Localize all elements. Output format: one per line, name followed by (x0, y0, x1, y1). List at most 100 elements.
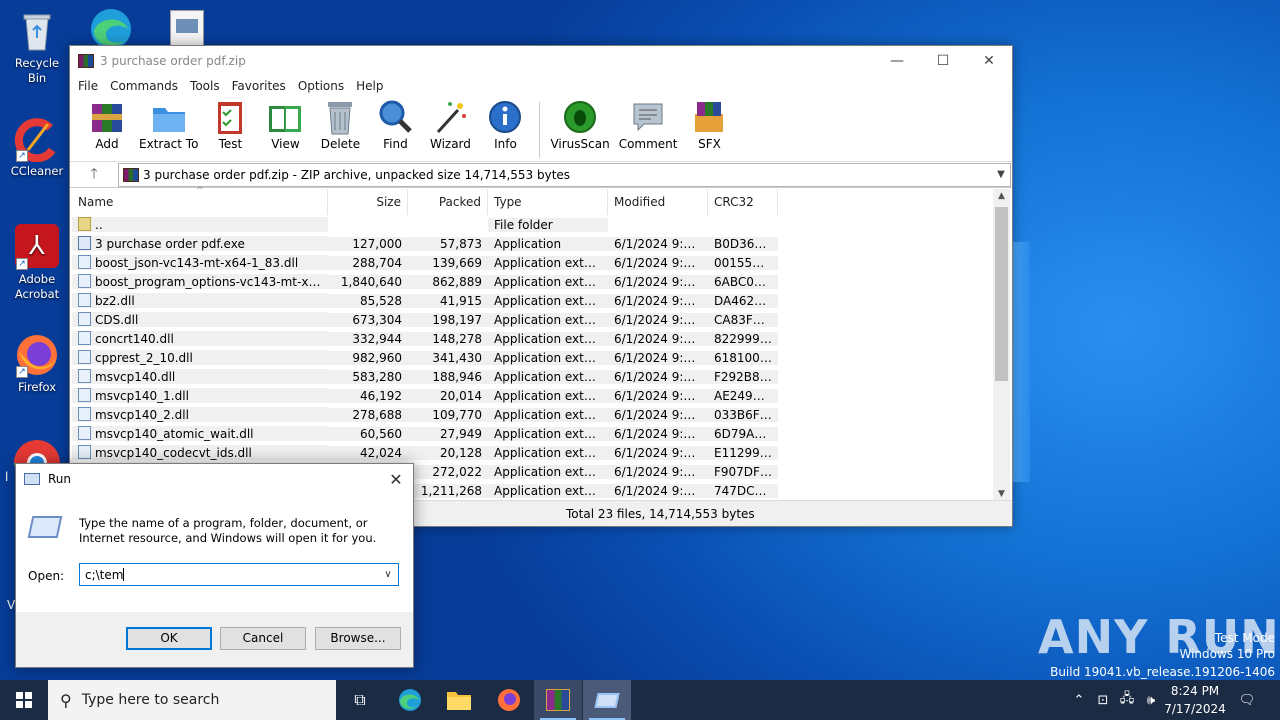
ok-button[interactable]: OK (126, 627, 212, 650)
network-icon[interactable]: 🖧 (1116, 680, 1138, 720)
cell-modified: 6/1/2024 9:33 ... (608, 331, 708, 346)
cell-text: 6/1/2024 9:33 ... (614, 255, 708, 270)
table-row[interactable]: bz2.dll 85,528 41,915 Application extens...… (72, 291, 996, 310)
column-crc32[interactable]: CRC32 (708, 189, 778, 215)
winrar-window[interactable]: 3 purchase order pdf.zip — ☐ ✕ File Comm… (69, 45, 1013, 527)
column-modified[interactable]: Modified (608, 189, 708, 215)
taskbar-run[interactable] (583, 680, 631, 720)
edge-desktop-icon[interactable] (86, 5, 136, 49)
column-packed[interactable]: Packed (408, 189, 488, 215)
wizard-button[interactable]: Wizard (427, 98, 473, 151)
table-row[interactable]: boost_json-vc143-mt-x64-1_83.dll 288,704 1… (72, 253, 996, 272)
dll-file-icon (78, 445, 91, 459)
vertical-scrollbar[interactable]: ▲ ▼ (993, 189, 1010, 501)
task-view-button[interactable]: ⧉ (336, 680, 384, 720)
view-button[interactable]: View (262, 98, 308, 151)
column-type[interactable]: Type (488, 189, 608, 215)
open-input-value[interactable]: c;\tem (85, 568, 378, 582)
taskbar-winrar[interactable] (534, 680, 582, 720)
table-row[interactable]: boost_program_options-vc143-mt-x64-1_...… (72, 272, 996, 291)
run-titlebar[interactable]: Run ✕ (16, 464, 413, 494)
cell-text: 982,960 (352, 350, 402, 365)
comment-label: Comment (618, 137, 678, 151)
desktop-icon-ccleaner[interactable]: ↗ CCleaner (4, 116, 70, 179)
desktop-icon-adobe-acrobat[interactable]: ⅄ ↗ Adobe Acrobat (4, 224, 70, 302)
extract-to-button[interactable]: Extract To (139, 98, 198, 151)
browse-button[interactable]: Browse... (315, 627, 401, 650)
maximize-button[interactable]: ☐ (920, 46, 966, 76)
winrar-titlebar[interactable]: 3 purchase order pdf.zip — ☐ ✕ (70, 46, 1012, 76)
cell-crc: 6ABC0FDE (708, 274, 778, 289)
path-field[interactable]: 3 purchase order pdf.zip - ZIP archive, … (118, 162, 1011, 187)
scroll-thumb[interactable] (995, 207, 1008, 381)
table-row[interactable]: msvcp140_atomic_wait.dll 60,560 27,949 Appl… (72, 424, 996, 443)
table-row[interactable]: msvcp140_1.dll 46,192 20,014 Application ex… (72, 386, 996, 405)
menu-commands[interactable]: Commands (104, 79, 184, 93)
table-row[interactable]: 3 purchase order pdf.exe 127,000 57,873 App… (72, 234, 996, 253)
table-row[interactable]: .. File folder (72, 215, 996, 234)
delete-button[interactable]: Delete (317, 98, 363, 151)
cell-text: 139,669 (432, 255, 482, 270)
chrome-desktop-icon[interactable] (12, 438, 62, 466)
run-dialog[interactable]: Run ✕ Type the name of a program, folder… (15, 463, 414, 668)
table-row[interactable]: cpprest_2_10.dll 982,960 341,430 Applicatio… (72, 348, 996, 367)
cell-crc: 618100AA (708, 350, 778, 365)
meet-now-icon[interactable]: ⊡ (1092, 680, 1114, 720)
exe-file-icon (78, 236, 91, 250)
minimize-button[interactable]: — (874, 46, 920, 76)
cell-modified: 6/1/2024 9:33 ... (608, 236, 708, 251)
table-row[interactable]: msvcp140_2.dll 278,688 109,770 Application … (72, 405, 996, 424)
test-button[interactable]: Test (207, 98, 253, 151)
column-size[interactable]: Size (328, 189, 408, 215)
desktop-icon-recycle-bin[interactable]: Recycle Bin (4, 8, 70, 86)
comment-button[interactable]: Comment (618, 98, 678, 151)
info-button[interactable]: Info (482, 98, 528, 151)
notifications-icon[interactable]: 🗨 (1234, 680, 1260, 720)
clock[interactable]: 8:24 PM 7/17/2024 (1160, 682, 1230, 718)
folder-icon (78, 217, 91, 231)
up-arrow-icon[interactable]: 🡑 (70, 163, 118, 187)
menu-options[interactable]: Options (292, 79, 350, 93)
desktop-icon-firefox[interactable]: ↗ Firefox (4, 332, 70, 395)
sfx-button[interactable]: SFX (686, 98, 732, 151)
close-button[interactable]: ✕ (966, 46, 1012, 76)
taskbar-file-explorer[interactable] (435, 680, 483, 720)
start-button[interactable] (0, 680, 48, 720)
add-button[interactable]: Add (84, 98, 130, 151)
find-button[interactable]: Find (372, 98, 418, 151)
run-close-button[interactable]: ✕ (379, 470, 413, 489)
cell-size: 583,280 (328, 369, 408, 384)
extract-folder-icon (151, 98, 187, 136)
taskbar-firefox[interactable] (485, 680, 533, 720)
taskbar-search[interactable]: ⚲ Type here to search (48, 680, 336, 720)
taskbar: ⚲ Type here to search ⧉ ⌃ ⊡ 🖧 🕪 8:24 PM … (0, 680, 1280, 720)
cell-text: boost_program_options-vc143-mt-x64-1_... (95, 275, 328, 289)
chevron-down-icon[interactable]: ▼ (992, 169, 1010, 180)
run-icon (24, 473, 40, 485)
table-row[interactable]: msvcp140_codecvt_ids.dll 42,024 20,128 Appl… (72, 443, 996, 462)
taskbar-edge[interactable] (386, 680, 434, 720)
table-row[interactable]: msvcp140.dll 583,280 188,946 Application ex… (72, 367, 996, 386)
menu-tools[interactable]: Tools (184, 79, 226, 93)
volume-icon[interactable]: 🕪 (1140, 680, 1162, 720)
desktop-icon-label: Adobe Acrobat (14, 272, 60, 301)
table-row[interactable]: CDS.dll 673,304 198,197 Application extens.… (72, 310, 996, 329)
cancel-button[interactable]: Cancel (220, 627, 306, 650)
table-row[interactable]: concrt140.dll 332,944 148,278 Application e… (72, 329, 996, 348)
show-hidden-icons-icon[interactable]: ⌃ (1068, 680, 1090, 720)
virusscan-button[interactable]: VirusScan (550, 98, 610, 151)
open-input[interactable]: c;\tem ∨ (79, 563, 399, 586)
menu-file[interactable]: File (72, 79, 104, 93)
cell-text: CA83F964 (714, 312, 776, 327)
menu-favorites[interactable]: Favorites (226, 79, 292, 93)
file-desktop-icon[interactable] (170, 10, 204, 46)
scroll-down-arrow-icon[interactable]: ▼ (993, 489, 1010, 499)
scroll-up-arrow-icon[interactable]: ▲ (993, 191, 1010, 201)
chevron-down-icon[interactable]: ∨ (378, 569, 398, 580)
cell-type: Application extens... (488, 464, 608, 479)
file-list[interactable]: Name Size Packed Type Modified CRC32 .. F… (72, 189, 996, 501)
extract-to-label: Extract To (139, 137, 199, 151)
menu-help[interactable]: Help (350, 79, 389, 93)
cell-packed: 109,770 (408, 407, 488, 422)
cell-text: 6/1/2024 9:33 ... (614, 312, 708, 327)
